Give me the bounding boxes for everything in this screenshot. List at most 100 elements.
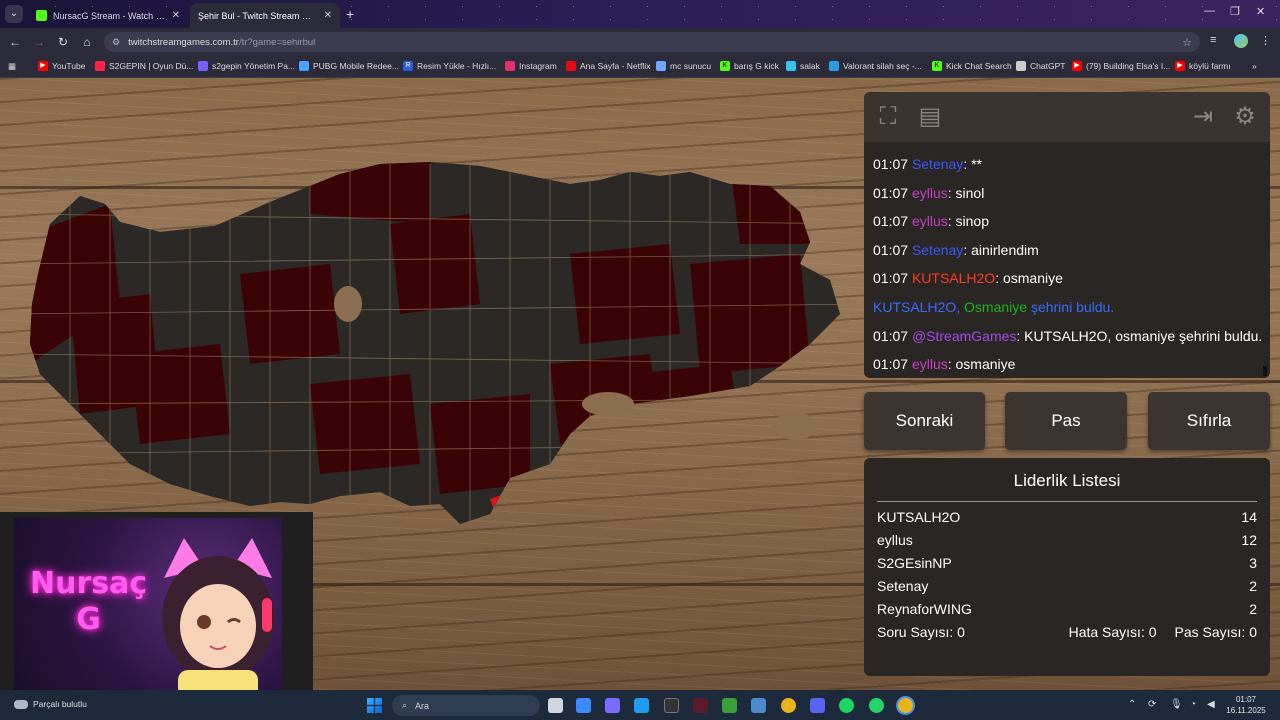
chrome-icon[interactable] — [781, 698, 796, 713]
settings-gear-icon[interactable]: ⚙ — [1230, 102, 1260, 132]
copilot-icon[interactable] — [605, 698, 620, 713]
exit-icon[interactable]: ⇥ — [1188, 102, 1218, 132]
new-tab-button[interactable]: + — [346, 6, 354, 22]
province-konya-region[interactable] — [310, 374, 420, 474]
reset-button[interactable]: Sıfırla — [1148, 392, 1270, 450]
bookmark-valorant[interactable]: Valorant silah seç -... — [829, 61, 922, 71]
chat-user[interactable]: eyllus — [912, 185, 948, 201]
bookmark-instagram[interactable]: Instagram — [505, 61, 557, 71]
bookmark-pubg[interactable]: PUBG Mobile Redee... — [299, 61, 399, 71]
show-hidden-icons-icon[interactable]: ⌃ — [1128, 699, 1136, 710]
tab-nursacg-stream[interactable]: NursacG Stream - Watch Live o ✕ — [28, 3, 188, 28]
spotify-icon[interactable] — [839, 698, 854, 713]
bookmark-label: salak — [800, 61, 820, 71]
bookmark-label: barış G kick — [734, 61, 779, 71]
media-controls-icon[interactable]: ≡ — [1210, 34, 1216, 46]
store-icon[interactable] — [634, 698, 649, 713]
notepad-icon[interactable] — [751, 698, 766, 713]
bookmark-salak[interactable]: salak — [786, 61, 820, 71]
turkey-map[interactable] — [10, 104, 870, 564]
chat-scrollbar[interactable] — [1263, 366, 1267, 376]
tab-title: NursacG Stream - Watch Live o — [53, 10, 166, 21]
province-kastamonu-region[interactable] — [310, 144, 430, 224]
bookmark-mc-sunucu[interactable]: mc sunucu — [656, 61, 711, 71]
bookmark-baris-kick[interactable]: Kbarış G kick — [720, 61, 779, 71]
minecraft-icon[interactable] — [722, 698, 737, 713]
bookmark-youtube[interactable]: ▶ YouTube — [38, 61, 85, 71]
chat-message: 01:07 @StreamGames: KUTSALH2O, osmaniye … — [864, 322, 1270, 351]
next-button[interactable]: Sonraki — [864, 392, 985, 450]
bookmark-building-elsa[interactable]: ▶ (79) Building Elsa's I... — [1072, 61, 1170, 71]
more-bookmarks-icon[interactable]: » — [1252, 61, 1257, 71]
volume-icon[interactable]: ◀ — [1207, 699, 1215, 710]
chat-user[interactable]: KUTSALH2O — [912, 270, 995, 286]
province-sivas-region[interactable] — [570, 244, 680, 344]
address-bar[interactable]: ⚙ twitchstreamgames.com.tr/tr?game=sehir… — [104, 32, 1200, 52]
chat-text: : osmaniye — [995, 270, 1063, 287]
tab-sehir-bul[interactable]: Şehir Bul - Twitch Stream Game ✕ — [190, 3, 340, 28]
province-eskisehir-region[interactable] — [240, 264, 340, 364]
chat-message: 01:07 eyllus: sinop — [864, 207, 1270, 236]
province-mersin-region[interactable] — [430, 394, 530, 494]
bookmark-koylu-farmi[interactable]: ▶ köylü farmı — [1175, 61, 1231, 71]
player-name: KUTSALH2O — [877, 509, 961, 525]
widgets-icon[interactable] — [576, 698, 591, 713]
province-diyarbakir-region[interactable] — [630, 364, 740, 434]
chat-user[interactable]: Setenay — [912, 242, 963, 258]
fullscreen-icon[interactable]: ⛶ — [873, 102, 903, 132]
chat-time: 01:07 — [873, 184, 909, 201]
bookmark-netflix[interactable]: Ana Sayfa - Netflix — [566, 61, 650, 71]
forward-icon[interactable]: → — [27, 35, 51, 49]
wifi-icon[interactable]: ◔ — [1190, 699, 1196, 710]
pass-button[interactable]: Pas — [1005, 392, 1127, 450]
tab-search-button[interactable]: ⌄ — [5, 5, 23, 23]
chat-user[interactable]: Setenay — [912, 156, 963, 172]
valorant-icon[interactable] — [693, 698, 708, 713]
province-kars-region[interactable] — [730, 164, 820, 244]
slack-icon — [786, 61, 796, 71]
bookmark-chatgpt[interactable]: ChatGPT — [1016, 61, 1065, 71]
menu-icon[interactable]: ⋮ — [1260, 34, 1271, 47]
restore-icon[interactable]: ❐ — [1230, 5, 1240, 18]
player-score: 14 — [1241, 509, 1257, 525]
notes-icon[interactable]: ▤ — [915, 102, 945, 132]
chat-user[interactable]: @StreamGames — [912, 328, 1016, 344]
minimize-icon[interactable]: — — [1204, 5, 1215, 17]
weather-widget[interactable]: Parçalı bulutlu — [14, 699, 87, 709]
player-score: 12 — [1241, 532, 1257, 548]
close-tab-icon[interactable]: ✕ — [324, 10, 332, 21]
chat-user[interactable]: KUTSALH2O — [873, 299, 956, 315]
discord-icon[interactable] — [810, 698, 825, 713]
province-ankara-region[interactable] — [390, 214, 480, 314]
bookmark-s2gepin[interactable]: S2GEPIN | Oyun Dü... — [95, 61, 193, 71]
bookmark-resim-yukle[interactable]: R Resim Yükle - Hızlı... — [403, 61, 496, 71]
bookmark-s2gepin-admin[interactable]: s2gepin Yönetim Pa... — [198, 61, 295, 71]
sync-icon[interactable]: ⟳ — [1148, 699, 1156, 710]
windows-start-icon[interactable] — [367, 698, 382, 713]
microphone-icon[interactable]: 🎙 — [1170, 699, 1183, 710]
reload-icon[interactable]: ↻ — [51, 35, 75, 49]
task-view-icon[interactable] — [548, 698, 563, 713]
close-window-icon[interactable]: ✕ — [1256, 5, 1265, 18]
bookmark-kick-chat-search[interactable]: K Kick Chat Search — [932, 61, 1012, 71]
chat-text: : sinop — [947, 213, 989, 230]
steam-icon[interactable] — [664, 698, 679, 713]
clock-time: 01:07 — [1235, 695, 1257, 704]
apps-icon[interactable]: ▦ — [8, 61, 16, 72]
province-izmir-region[interactable] — [130, 344, 230, 444]
clock-date: 16.11.2025 — [1226, 706, 1266, 715]
home-icon[interactable]: ⌂ — [75, 35, 99, 49]
back-icon[interactable]: ← — [3, 35, 27, 49]
whatsapp-icon[interactable] — [869, 698, 884, 713]
site-info-icon[interactable]: ⚙ — [112, 37, 120, 48]
bookmark-star-icon[interactable]: ☆ — [1182, 36, 1192, 49]
chat-user[interactable]: eyllus — [912, 213, 948, 229]
taskbar-clock[interactable]: 01:07 16.11.2025 — [1222, 694, 1270, 716]
profile-avatar[interactable] — [1234, 34, 1248, 48]
chrome-active-icon[interactable] — [898, 698, 913, 713]
close-tab-icon[interactable]: ✕ — [172, 10, 180, 21]
taskbar-search[interactable]: ⌕ Ara — [392, 695, 540, 716]
bookmark-label: Kick Chat Search — [946, 61, 1012, 71]
tab-title: Şehir Bul - Twitch Stream Game — [198, 10, 318, 21]
chat-user[interactable]: eyllus — [912, 356, 948, 372]
